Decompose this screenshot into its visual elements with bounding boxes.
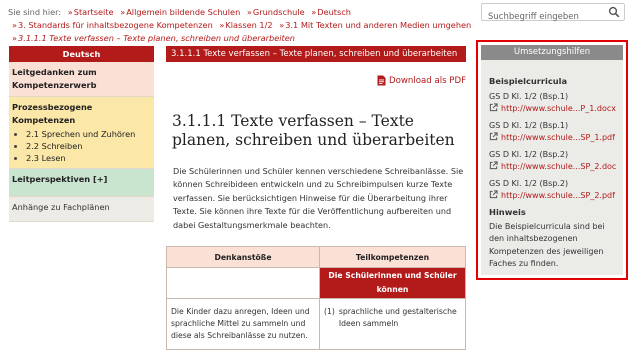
table-row: Die Kinder dazu anregen, Ideen und sprac… xyxy=(166,298,466,350)
item-text: sprachliche und gestalterische Ideen sam… xyxy=(338,307,457,328)
breadcrumb-current: 3.1.1.1 Texte verfassen – Texte planen, … xyxy=(18,33,295,43)
denkanstoss-cell: Die Kinder dazu anregen, Ideen und sprac… xyxy=(166,298,320,350)
subject-nav: Deutsch Leitgedanken zum Kompetenzerwerb… xyxy=(9,46,154,222)
item-number: (1) xyxy=(324,307,335,316)
nav-item-anhaenge[interactable]: Anhänge zu Fachplänen xyxy=(9,197,154,222)
breadcrumb-link-grundschule[interactable]: Grundschule xyxy=(253,7,305,17)
curriculum-label: GS D Kl. 1/2 (Bsp.2) xyxy=(489,150,569,159)
nav-item-leitgedanken[interactable]: Leitgedanken zum Kompetenzerwerb xyxy=(9,62,154,97)
nav-item-schreiben[interactable]: 2.2 Schreiben xyxy=(26,140,151,152)
download-pdf-link[interactable]: Download als PDF xyxy=(377,75,466,86)
search-box xyxy=(481,3,625,25)
section-dropdown-label: 3.1.1.1 Texte verfassen – Texte planen, … xyxy=(171,49,458,59)
external-link-icon xyxy=(489,160,498,169)
column-header-teilkompetenzen: Teilkompetenzen xyxy=(319,246,466,268)
nav-item-sprechen[interactable]: 2.1 Sprechen und Zuhören xyxy=(26,128,151,140)
breadcrumb-link-deutsch[interactable]: Deutsch xyxy=(317,7,351,17)
pdf-file-icon xyxy=(377,75,386,86)
main-content: 3.1.1.1 Texte verfassen – Texte planen, … xyxy=(166,46,466,350)
search-input[interactable] xyxy=(482,9,606,25)
curriculum-link[interactable]: http://www.schule...SP_2.doc xyxy=(481,160,623,173)
breadcrumb: Sie sind hier: »Startseite »Allgemein bi… xyxy=(8,7,472,43)
nav-header[interactable]: Deutsch xyxy=(9,46,154,62)
teilkompetenz-cell: (1) sprachliche und gestalterische Ideen… xyxy=(319,298,466,350)
download-pdf-label: Download als PDF xyxy=(389,76,467,86)
search-icon[interactable] xyxy=(608,6,620,18)
curriculum-link[interactable]: http://www.schule...SP_1.pdf xyxy=(481,131,623,144)
curriculum-label: GS D Kl. 1/2 (Bsp.1) xyxy=(489,121,569,130)
breadcrumb-prefix: Sie sind hier: xyxy=(8,7,62,17)
nav-item-prozess[interactable]: Prozessbezogene Kompetenzen xyxy=(12,101,151,127)
competence-table: Denkanstöße Teilkompetenzen Die Schüleri… xyxy=(166,246,466,350)
chevron-down-icon: ▼ xyxy=(177,66,183,74)
curriculum-label: GS D Kl. 1/2 (Bsp.1) xyxy=(489,92,569,101)
curriculum-label: GS D Kl. 1/2 (Bsp.2) xyxy=(489,179,569,188)
column-header-denkanstoesse: Denkanstöße xyxy=(166,246,320,268)
table-empty-cell xyxy=(166,267,320,299)
intro-paragraph: Die Schülerinnen und Schüler kennen vers… xyxy=(173,166,464,230)
nav-item-leitperspektiven[interactable]: Leitperspektiven [+] xyxy=(9,169,154,197)
breadcrumb-link-startseite[interactable]: Startseite xyxy=(74,7,114,17)
external-link-icon xyxy=(489,131,498,140)
breadcrumb-link-schulen[interactable]: Allgemein bildende Schulen xyxy=(126,7,240,17)
external-link-icon xyxy=(489,189,498,198)
umsetzungshilfen-panel: Umsetzungshilfen Beispielcurricula GS D … xyxy=(476,40,628,280)
breadcrumb-link-klassen[interactable]: Klassen 1/2 xyxy=(225,20,272,30)
table-subheader: Die Schülerinnen und Schüler können xyxy=(319,267,466,299)
breadcrumb-link-medien[interactable]: 3.1 Mit Texten und anderen Medien umgehe… xyxy=(285,20,471,30)
page-title: 3.1.1.1 Texte verfassen – Texte planen, … xyxy=(172,112,455,149)
expand-toggle[interactable]: [+] xyxy=(93,174,107,184)
hinweis-text: Die Beispielcurricula sind bei den inhal… xyxy=(489,222,605,269)
umsetzungshilfen-inner: Umsetzungshilfen Beispielcurricula GS D … xyxy=(481,45,623,275)
hinweis-heading: Hinweis xyxy=(489,207,526,217)
nav-prozess-list: 2.1 Sprechen und Zuhören 2.2 Schreiben 2… xyxy=(12,128,151,164)
nav-section-prozess: Prozessbezogene Kompetenzen 2.1 Sprechen… xyxy=(9,97,154,169)
curriculum-link[interactable]: http://www.schule...P_1.docx xyxy=(481,102,623,115)
panel-header: Umsetzungshilfen xyxy=(481,45,623,60)
section-dropdown[interactable]: 3.1.1.1 Texte verfassen – Texte planen, … xyxy=(166,46,466,74)
breadcrumb-link-standards[interactable]: 3. Standards für inhaltsbezogene Kompete… xyxy=(18,20,213,30)
beispielcurricula-heading: Beispielcurricula xyxy=(489,76,568,86)
curriculum-link[interactable]: http://www.schule...SP_2.pdf xyxy=(481,189,623,202)
nav-item-lesen[interactable]: 2.3 Lesen xyxy=(26,152,151,164)
external-link-icon xyxy=(489,102,498,111)
